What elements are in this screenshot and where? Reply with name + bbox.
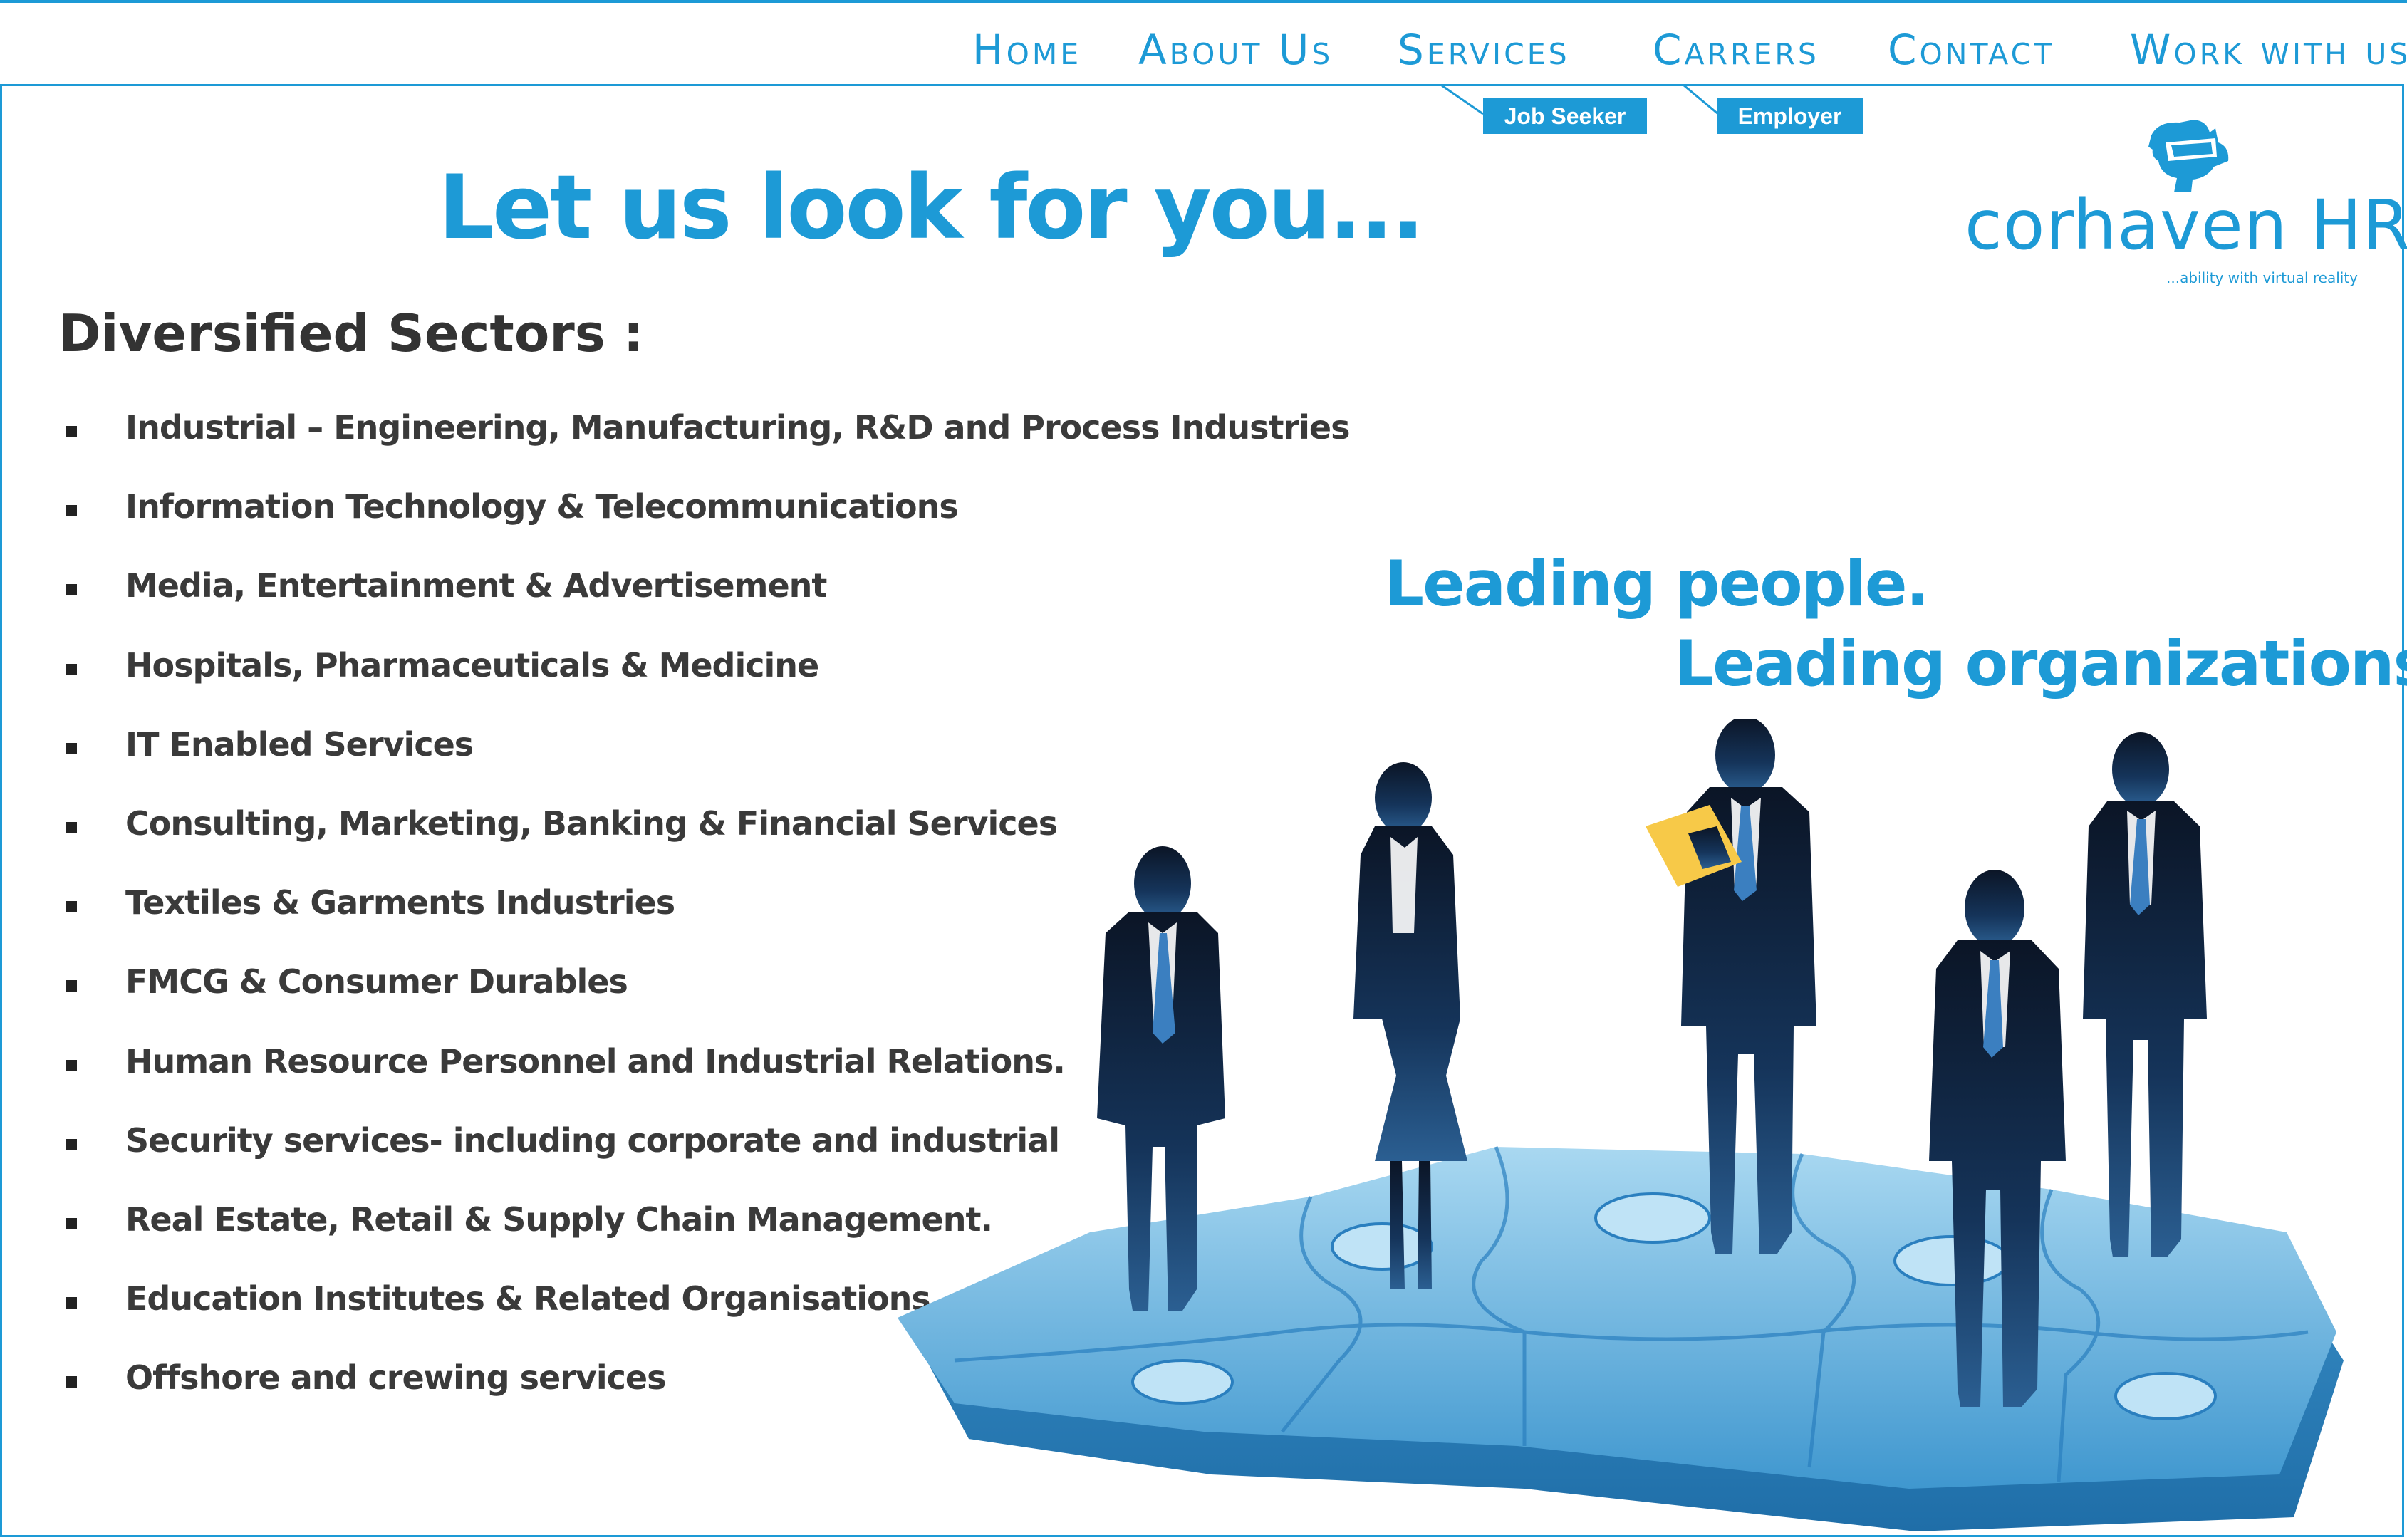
square-bullet-icon — [66, 1297, 77, 1309]
square-bullet-icon — [66, 901, 77, 913]
sectors-heading: Diversified Sectors : — [58, 303, 644, 363]
square-bullet-icon — [66, 663, 77, 675]
sector-label: Textiles & Garments Industries — [125, 883, 675, 922]
nav-carrers[interactable]: Carrers — [1653, 26, 1819, 74]
nav-work-with-us[interactable]: Work with us — [2130, 26, 2407, 74]
sector-label: Offshore and crewing services — [125, 1358, 666, 1398]
business-team-illustration — [898, 719, 2344, 1531]
submenu-employer[interactable]: Employer — [1717, 98, 1863, 134]
nav-contact[interactable]: Contact — [1888, 26, 2054, 74]
square-bullet-icon — [66, 821, 77, 833]
sector-label: Hospitals, Pharmaceuticals & Medicine — [125, 645, 819, 685]
sector-label: Real Estate, Retail & Supply Chain Manag… — [125, 1200, 993, 1239]
square-bullet-icon — [66, 505, 77, 517]
square-bullet-icon — [66, 1376, 77, 1388]
company-logo[interactable]: corhaven HR ...ability with virtual real… — [1959, 114, 2407, 292]
tagline-line-1: Leading people. — [1384, 547, 1930, 620]
sector-label: Industrial – Engineering, Manufacturing,… — [125, 408, 1350, 447]
square-bullet-icon — [66, 426, 77, 437]
sector-label: FMCG & Consumer Durables — [125, 962, 628, 1001]
square-bullet-icon — [66, 1059, 77, 1071]
sector-label: Media, Entertainment & Advertisement — [125, 566, 827, 605]
nav-services[interactable]: Services — [1398, 26, 1570, 74]
square-bullet-icon — [66, 980, 77, 992]
square-bullet-icon — [66, 584, 77, 596]
square-bullet-icon — [66, 1217, 77, 1229]
submenu-connector-services — [1441, 84, 1484, 115]
logo-wordmark: corhaven HR — [1965, 185, 2407, 265]
square-bullet-icon — [66, 1138, 77, 1150]
top-border — [0, 0, 2407, 3]
sector-label: Education Institutes & Related Organisat… — [125, 1279, 942, 1318]
square-bullet-icon — [66, 742, 77, 754]
nav-home[interactable]: Home — [972, 26, 1081, 74]
nav-about-us[interactable]: About Us — [1138, 26, 1333, 74]
person-5 — [2083, 732, 2207, 1257]
sector-label: IT Enabled Services — [125, 724, 474, 764]
tagline-line-2: Leading organizations. — [1674, 627, 2407, 700]
logo-tagline: ...ability with virtual reality — [2166, 269, 2358, 286]
submenu-job-seeker[interactable]: Job Seeker — [1483, 98, 1647, 134]
sector-label: Information Technology & Telecommunicati… — [125, 487, 959, 526]
hero-title: Let us look for you... — [438, 157, 1425, 259]
